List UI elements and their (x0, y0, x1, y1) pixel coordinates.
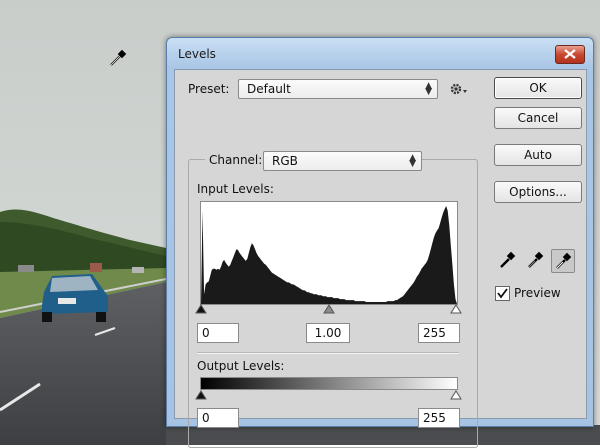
output-black-slider[interactable] (195, 390, 207, 400)
input-gamma-slider[interactable] (323, 304, 335, 314)
chevron-updown-icon: ▲ ▼ (409, 153, 416, 169)
separator (197, 352, 459, 354)
output-black-field[interactable]: 0 (197, 408, 239, 428)
output-levels-label: Output Levels: (197, 359, 285, 373)
chevron-updown-icon: ▲ ▼ (425, 81, 432, 97)
input-black-slider[interactable] (195, 304, 207, 314)
cancel-button[interactable]: Cancel (494, 107, 582, 129)
gear-icon[interactable] (450, 82, 470, 96)
close-button[interactable] (555, 45, 585, 64)
ok-button[interactable]: OK (494, 77, 582, 99)
input-gamma-field[interactable]: 1.00 (306, 323, 350, 343)
input-levels-label: Input Levels: (197, 182, 274, 196)
input-white-field[interactable]: 255 (418, 323, 460, 343)
dialog-title: Levels (178, 47, 216, 61)
channel-label: Channel: (205, 153, 267, 167)
levels-dialog: Levels Preset: Default ▲ ▼ OK Cancel Auto… (166, 37, 594, 448)
dialog-body: Preset: Default ▲ ▼ OK Cancel Auto Option… (174, 69, 587, 448)
preset-select[interactable]: Default ▲ ▼ (238, 79, 438, 99)
histogram-shape (201, 206, 457, 304)
channel-select[interactable]: RGB ▲ ▼ (263, 151, 422, 171)
output-gradient (200, 377, 458, 390)
histogram (200, 201, 458, 305)
preset-value: Default (247, 82, 291, 96)
output-white-slider[interactable] (450, 390, 462, 400)
input-black-field[interactable]: 0 (197, 323, 239, 343)
preview-checkbox[interactable] (495, 286, 510, 301)
preset-label: Preset: (188, 82, 230, 96)
black-eyedropper-icon[interactable] (496, 249, 518, 271)
input-white-slider[interactable] (450, 304, 462, 314)
gray-eyedropper-icon[interactable] (524, 249, 546, 271)
check-icon (497, 288, 508, 299)
output-white-field[interactable]: 255 (418, 408, 460, 428)
channel-value: RGB (272, 154, 298, 168)
auto-button[interactable]: Auto (494, 144, 582, 166)
white-eyedropper-icon[interactable] (551, 249, 575, 273)
eyedropper-cursor-icon (110, 49, 127, 66)
close-icon (564, 49, 576, 59)
options-button[interactable]: Options... (494, 181, 582, 203)
preview-label: Preview (514, 286, 561, 300)
